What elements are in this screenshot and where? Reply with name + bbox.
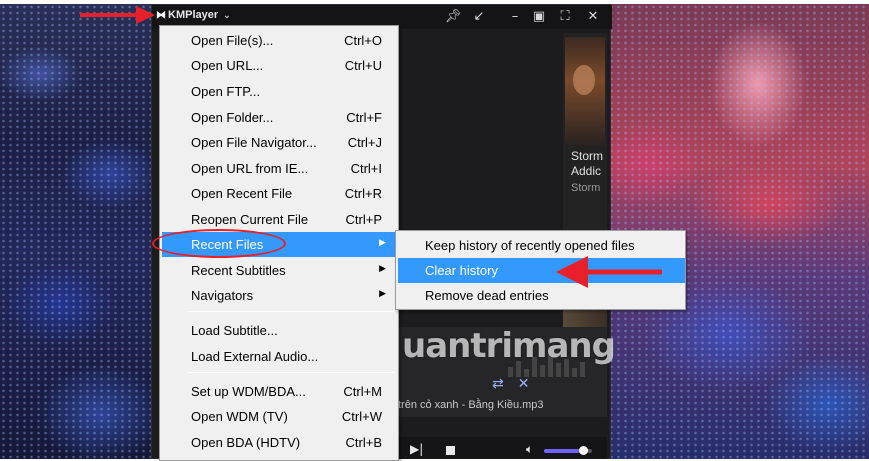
screenshot: ⧓ KMPlayer ⌄ 📌︎ ↙ – ▣ ⛶ ✕ Storm Addic St… xyxy=(0,0,869,461)
highlight-ellipse-annotation xyxy=(152,229,286,258)
arrow-annotation-clear-history xyxy=(556,256,662,288)
annotation-layer xyxy=(80,6,662,288)
arrow-annotation-title xyxy=(80,6,155,24)
